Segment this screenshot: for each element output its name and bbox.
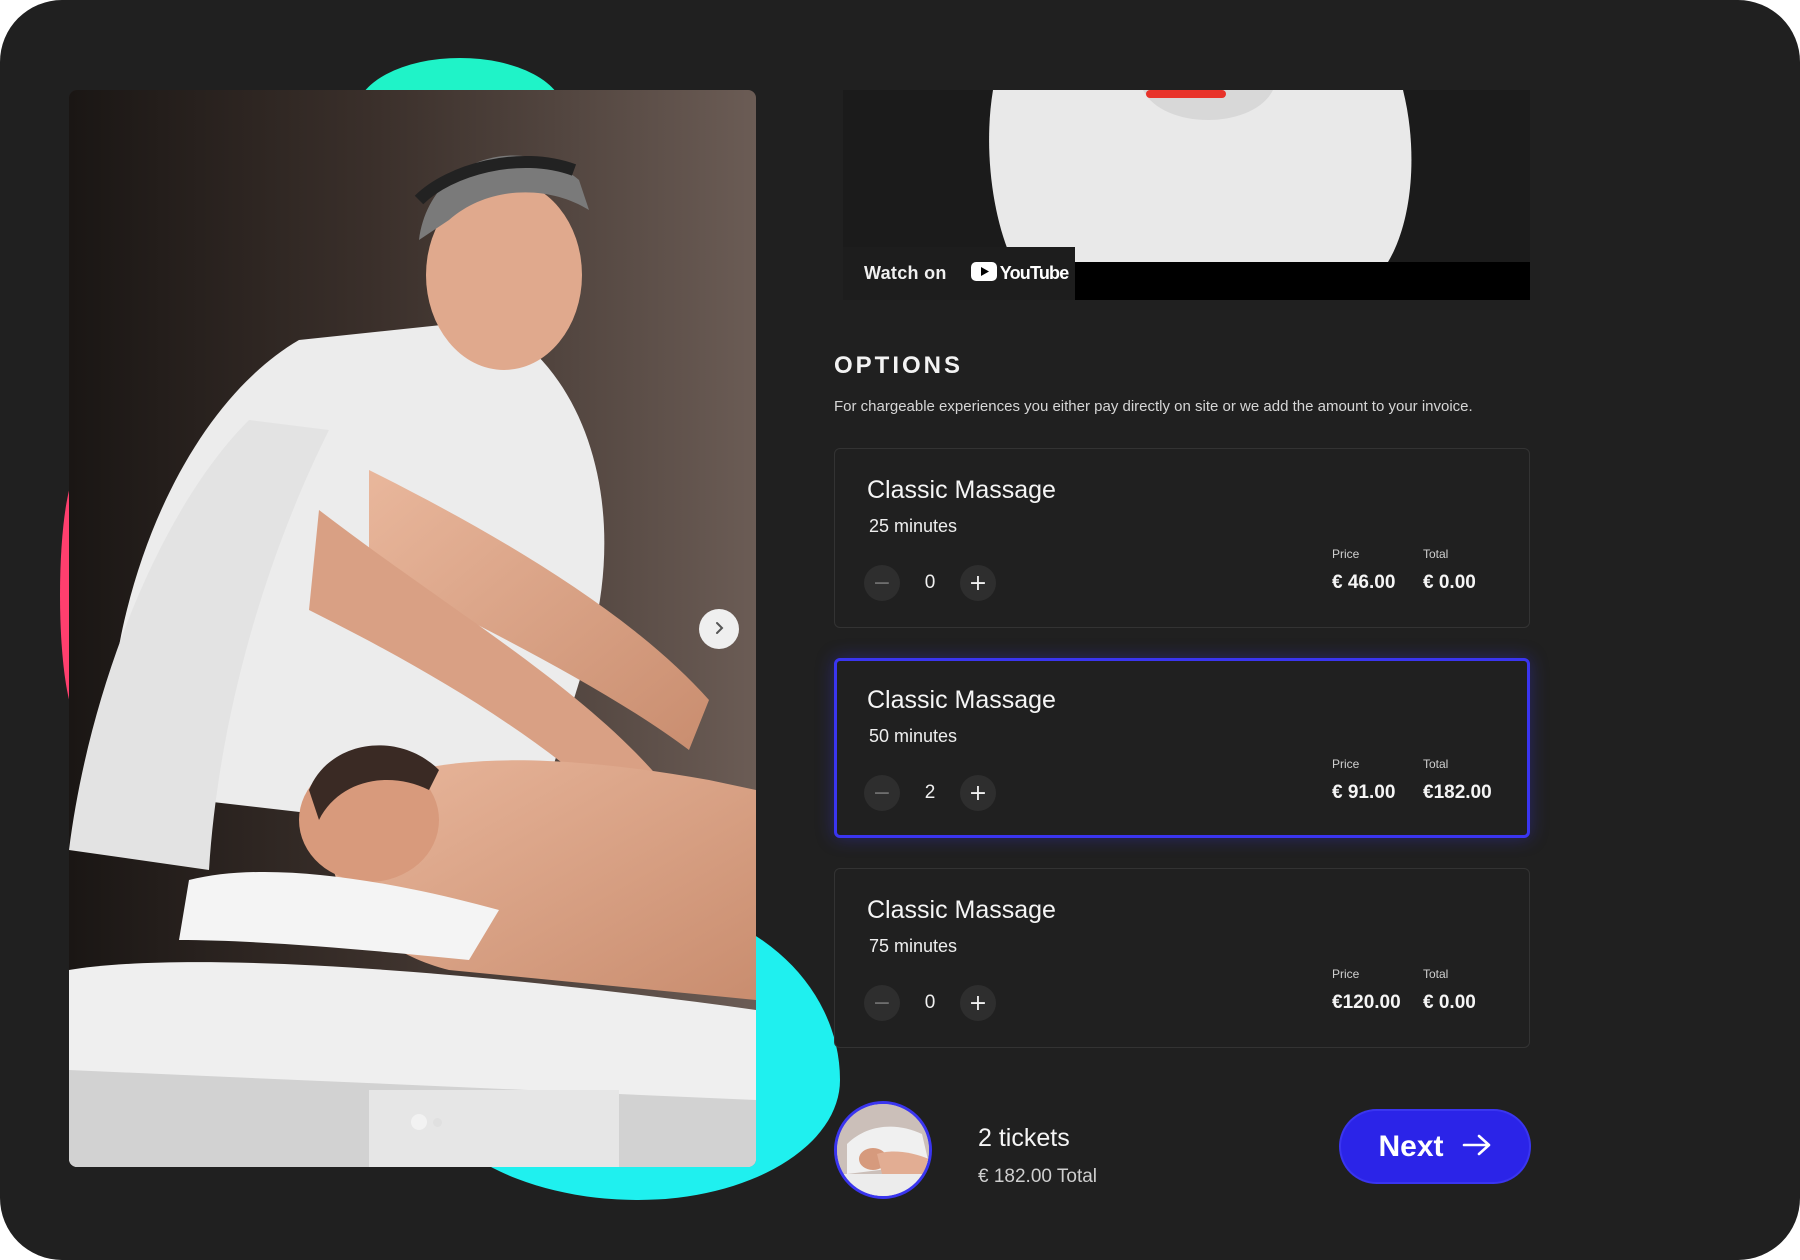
app-frame: Watch on YouTube OPTIONS For chargeable …: [0, 0, 1800, 1260]
quantity-value: 2: [924, 782, 936, 803]
option-card-50[interactable]: Classic Massage 50 minutes − 2 + Price T…: [834, 658, 1530, 838]
option-card-25[interactable]: Classic Massage 25 minutes − 0 + Price T…: [834, 448, 1530, 628]
quantity-stepper: − 0 +: [864, 985, 996, 1021]
carousel-next-button[interactable]: [699, 609, 739, 649]
next-button-label: Next: [1378, 1129, 1444, 1163]
selection-thumbnail: [834, 1101, 932, 1199]
watch-on-label: Watch on: [864, 263, 947, 283]
watch-on-youtube-link[interactable]: Watch on YouTube: [843, 247, 1075, 300]
youtube-logo-icon: [970, 261, 997, 286]
total-label: Total: [1423, 967, 1449, 981]
carousel-dot-active[interactable]: [411, 1114, 427, 1130]
carousel-dot[interactable]: [433, 1117, 442, 1127]
minus-icon: −: [872, 780, 892, 806]
price-label: Price: [1332, 757, 1360, 771]
quantity-value: 0: [924, 572, 936, 593]
massage-photo-illustration: [69, 90, 756, 1167]
youtube-logo: YouTube: [970, 261, 1070, 286]
order-total: € 182.00 Total: [978, 1166, 1098, 1187]
total-label: Total: [1423, 757, 1449, 771]
increment-button[interactable]: +: [960, 985, 996, 1021]
total-value: €182.00: [1423, 782, 1492, 803]
price-value: € 46.00: [1332, 572, 1396, 593]
massage-thumbnail-illustration: [837, 1104, 929, 1196]
options-heading: OPTIONS: [834, 352, 964, 379]
carousel-dots: [411, 1114, 442, 1130]
quantity-stepper: − 2 +: [864, 775, 996, 811]
price-label: Price: [1332, 967, 1360, 981]
decrement-button[interactable]: −: [864, 985, 900, 1021]
option-card-75[interactable]: Classic Massage 75 minutes − 0 + Price T…: [834, 868, 1530, 1048]
total-value: € 0.00: [1423, 572, 1476, 593]
decrement-button[interactable]: −: [864, 775, 900, 811]
plus-icon: +: [968, 780, 988, 806]
option-title: Classic Massage: [867, 476, 1056, 504]
quantity-value: 0: [924, 992, 936, 1013]
plus-icon: +: [968, 990, 988, 1016]
option-title: Classic Massage: [867, 686, 1056, 714]
ticket-count: 2 tickets: [978, 1124, 1070, 1152]
minus-icon: −: [872, 990, 892, 1016]
minus-icon: −: [872, 570, 892, 596]
price-label: Price: [1332, 547, 1360, 561]
arrow-right-icon: [1462, 1133, 1492, 1161]
quantity-stepper: − 0 +: [864, 565, 996, 601]
options-description: For chargeable experiences you either pa…: [834, 398, 1473, 415]
increment-button[interactable]: +: [960, 775, 996, 811]
experience-photo: [69, 90, 756, 1167]
option-duration: 25 minutes: [869, 516, 958, 536]
option-duration: 75 minutes: [869, 936, 958, 956]
youtube-wordmark: YouTube: [999, 263, 1070, 283]
plus-icon: +: [968, 570, 988, 596]
video-embed[interactable]: Watch on YouTube: [843, 90, 1530, 300]
chevron-right-icon: [712, 620, 726, 639]
decrement-button[interactable]: −: [864, 565, 900, 601]
total-value: € 0.00: [1423, 992, 1476, 1013]
total-label: Total: [1423, 547, 1449, 561]
option-title: Classic Massage: [867, 896, 1056, 924]
increment-button[interactable]: +: [960, 565, 996, 601]
price-value: € 91.00: [1332, 782, 1396, 803]
price-value: €120.00: [1332, 992, 1401, 1013]
next-button[interactable]: Next: [1341, 1111, 1529, 1182]
option-duration: 50 minutes: [869, 726, 958, 746]
